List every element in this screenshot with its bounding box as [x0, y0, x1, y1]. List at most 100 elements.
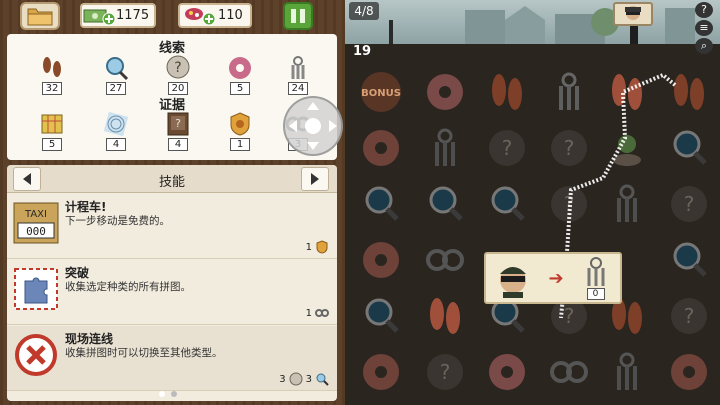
bonus-icon: BONUS: [361, 72, 401, 112]
svg-text:?: ?: [502, 136, 513, 160]
pause-button[interactable]: [283, 2, 313, 30]
svg-text:?: ?: [684, 192, 695, 216]
donut-icon: [363, 242, 399, 278]
thief-icon: [613, 135, 641, 166]
evidence-item-photo[interactable]: ? 4: [163, 110, 193, 154]
tile-footprints[interactable]: [599, 64, 655, 120]
tile-keys[interactable]: [599, 344, 655, 400]
tile-question[interactable]: ?: [661, 176, 717, 232]
skill-cost: 1: [306, 240, 329, 254]
tile-donut[interactable]: [661, 344, 717, 400]
evidence-item-fingerprint[interactable]: 4: [101, 110, 131, 154]
game-board: 4/8 ? ≡ ⌕ 19 BONUS ? ? ? ? ? ? ? ➔ 0: [345, 0, 720, 405]
clue-item-donut[interactable]: 5: [225, 54, 255, 98]
skill-desc: 下一步移动是免费的。: [65, 215, 170, 227]
magnifier-icon: [429, 186, 463, 221]
search-button[interactable]: ⌕: [695, 38, 713, 54]
tile-thief-marker[interactable]: [599, 120, 655, 176]
tile-question[interactable]: ?: [541, 176, 597, 232]
candy-value: 110: [218, 8, 243, 23]
suspect-button[interactable]: [613, 2, 653, 26]
evidence-item-badge[interactable]: 1: [225, 110, 255, 154]
cancel-icon: [12, 332, 60, 378]
book-button[interactable]: ≡: [695, 20, 713, 36]
skill-taxi[interactable]: TAXI 000 计程车! 下一步移动是免费的。 1: [7, 194, 337, 259]
skills-next-button[interactable]: [301, 167, 329, 191]
level-indicator: 4/8: [349, 2, 379, 20]
case-folder-button[interactable]: [20, 2, 60, 30]
tile-footprints[interactable]: [661, 64, 717, 120]
page-indicator: [159, 391, 177, 397]
tile-keys[interactable]: [417, 120, 473, 176]
taxi-icon: TAXI 000: [12, 200, 60, 246]
tile-magnifier[interactable]: [353, 176, 409, 232]
keys-icon: [435, 128, 455, 166]
clue-item-question[interactable]: ? 20: [163, 54, 193, 98]
tile-question[interactable]: ?: [479, 120, 535, 176]
tile-magnifier[interactable]: [353, 288, 409, 344]
tile-question[interactable]: ?: [661, 288, 717, 344]
tile-footprints[interactable]: [479, 64, 535, 120]
tile-question[interactable]: ?: [417, 344, 473, 400]
donut-icon: [427, 74, 463, 110]
svg-text:?: ?: [564, 136, 575, 160]
svg-text:?: ?: [175, 117, 181, 130]
tile-donut[interactable]: [479, 344, 535, 400]
tile-donut[interactable]: [353, 120, 409, 176]
tile-cuffs[interactable]: [541, 344, 597, 400]
tile-magnifier[interactable]: [661, 232, 717, 288]
item-count: 4: [106, 138, 126, 151]
tile-footprints[interactable]: [417, 288, 473, 344]
svg-text:?: ?: [174, 60, 181, 76]
skyline-scene: [345, 0, 720, 44]
question-icon: ?: [166, 55, 190, 79]
tile-cuffs[interactable]: [417, 232, 473, 288]
skill-live-link[interactable]: 现场连线 收集拼图时可以切换至其他类型。 3 3: [7, 326, 337, 391]
candy-icon: [180, 5, 218, 26]
tile-magnifier[interactable]: [479, 176, 535, 232]
tile-donut[interactable]: [353, 344, 409, 400]
joystick-knob[interactable]: [305, 118, 321, 134]
help-button[interactable]: ?: [695, 2, 713, 18]
skill-breakthrough[interactable]: 突破 收集选定种类的所有拼图。 1: [7, 260, 337, 325]
cuffs-icon: [315, 309, 329, 317]
donut-icon: [489, 354, 525, 390]
tile-donut[interactable]: [353, 232, 409, 288]
folder-icon: [27, 8, 53, 26]
puzzle-grid[interactable]: BONUS ? ? ? ? ? ? ?: [345, 60, 720, 405]
svg-text:?: ?: [440, 360, 451, 384]
candy-counter: 110: [178, 3, 252, 28]
tile-bonus[interactable]: BONUS: [353, 64, 409, 120]
footprints-icon: [43, 57, 61, 77]
clue-item-magnifier[interactable]: 27: [101, 54, 131, 98]
question-icon: ?: [427, 354, 463, 390]
tile-magnifier[interactable]: [661, 120, 717, 176]
virtual-joystick[interactable]: [283, 96, 343, 156]
evidence-item-map[interactable]: 5: [37, 110, 67, 154]
tile-keys[interactable]: [599, 176, 655, 232]
tile-keys[interactable]: [541, 64, 597, 120]
photo-icon: ?: [167, 112, 189, 136]
badge-icon: [230, 112, 250, 136]
clue-item-keys[interactable]: 24: [283, 54, 313, 98]
svg-text:BONUS: BONUS: [361, 88, 401, 99]
question-icon: ?: [671, 186, 707, 222]
tile-magnifier[interactable]: [417, 176, 473, 232]
thief-icon: [500, 267, 527, 298]
footprints-icon: [430, 298, 460, 334]
svg-text:?: ?: [684, 304, 695, 328]
question-icon: [289, 372, 303, 386]
tile-donut[interactable]: [417, 64, 473, 120]
thief-icon: [625, 6, 641, 20]
item-count: 1: [230, 138, 250, 151]
clue-item-footprints[interactable]: 32: [37, 54, 67, 98]
arrow-right-icon: ➔: [548, 267, 564, 289]
magnifier-icon: [673, 242, 707, 277]
tile-question[interactable]: ?: [541, 120, 597, 176]
magnifier-icon: [365, 186, 399, 221]
skills-panel: 技能 TAXI 000 计程车! 下一步移动是免费的。 1 突破 收集选定种类的…: [7, 165, 337, 401]
donut-icon: [363, 354, 399, 390]
skill-cost: 3 3: [279, 372, 329, 386]
keys-target: 0: [579, 256, 613, 300]
magnifier-icon: [106, 57, 129, 81]
